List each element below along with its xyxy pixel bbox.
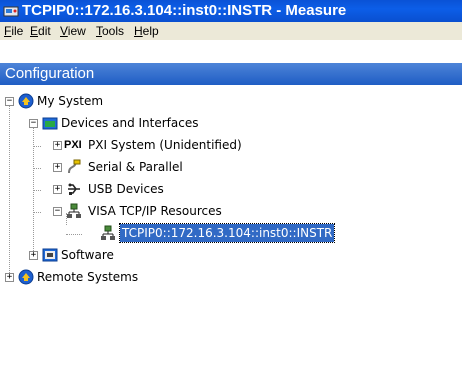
tree-item-usb-devices[interactable]: + USB Devices xyxy=(0,180,320,198)
menu-edit[interactable]: Edit xyxy=(30,24,51,38)
menu-file[interactable]: File xyxy=(4,24,23,38)
tree-item-label: PXI System (Unidentified) xyxy=(88,138,242,152)
network-icon xyxy=(67,203,81,218)
tree-item-my-system[interactable]: − My System xyxy=(0,92,300,110)
menu-bar: File Edit View Tools Help xyxy=(0,22,462,40)
tree-expander[interactable]: + xyxy=(53,163,62,172)
tree-expander[interactable]: + xyxy=(53,141,62,150)
remote-systems-icon xyxy=(18,269,34,285)
tree-item-software[interactable]: + Software xyxy=(0,246,300,264)
my-system-icon xyxy=(18,93,34,109)
devices-folder-icon xyxy=(42,117,58,130)
tree-item-devices-and-interfaces[interactable]: − Devices and Interfaces xyxy=(0,114,320,132)
tree-item-pxi-system[interactable]: + PXI PXI System (Unidentified) xyxy=(0,136,320,154)
tree-expander[interactable]: + xyxy=(29,251,38,260)
tree-item-label: Remote Systems xyxy=(37,270,139,284)
tree-expander[interactable]: − xyxy=(5,97,14,106)
tree-item-label: TCPIP0::172.16.3.104::inst0::INSTR xyxy=(118,223,336,243)
tree-item-label: USB Devices xyxy=(88,182,164,196)
tree-expander[interactable]: + xyxy=(53,185,62,194)
tree-item-serial-parallel[interactable]: + Serial & Parallel xyxy=(0,158,320,176)
tree-item-label: Devices and Interfaces xyxy=(61,116,199,130)
tree-item-visa-tcpip-resources[interactable]: − VISA TCP/IP Resources xyxy=(0,202,320,220)
window-title: TCPIP0::172.16.3.104::inst0::INSTR - Mea… xyxy=(22,2,347,19)
tree-item-label: Serial & Parallel xyxy=(88,160,183,174)
tree-item-tcpip-instr[interactable]: TCPIP0::172.16.3.104::inst0::INSTR xyxy=(0,223,400,243)
tree-expander[interactable]: + xyxy=(5,273,14,282)
configuration-panel-header: Configuration xyxy=(0,63,462,85)
menu-tools[interactable]: Tools xyxy=(96,24,124,38)
software-icon xyxy=(42,248,58,262)
tree-item-label: My System xyxy=(37,94,104,108)
pxi-icon: PXI xyxy=(64,139,82,151)
usb-icon xyxy=(68,183,80,195)
menu-help[interactable]: Help xyxy=(134,24,159,38)
window-title-bar[interactable]: TCPIP0::172.16.3.104::inst0::INSTR - Mea… xyxy=(0,0,462,22)
network-instrument-icon xyxy=(101,225,115,240)
serial-cable-icon xyxy=(68,159,81,174)
measurement-explorer-icon xyxy=(3,6,19,17)
tree-item-remote-systems[interactable]: + Remote Systems xyxy=(0,268,300,286)
menu-view[interactable]: View xyxy=(60,24,86,38)
tree-expander[interactable]: − xyxy=(53,207,62,216)
tree-expander[interactable]: − xyxy=(29,119,38,128)
tree-item-label: Software xyxy=(61,248,114,262)
tree-item-label: VISA TCP/IP Resources xyxy=(88,204,222,218)
configuration-tree[interactable]: − My System − Devices and Interfaces + P… xyxy=(0,87,462,365)
